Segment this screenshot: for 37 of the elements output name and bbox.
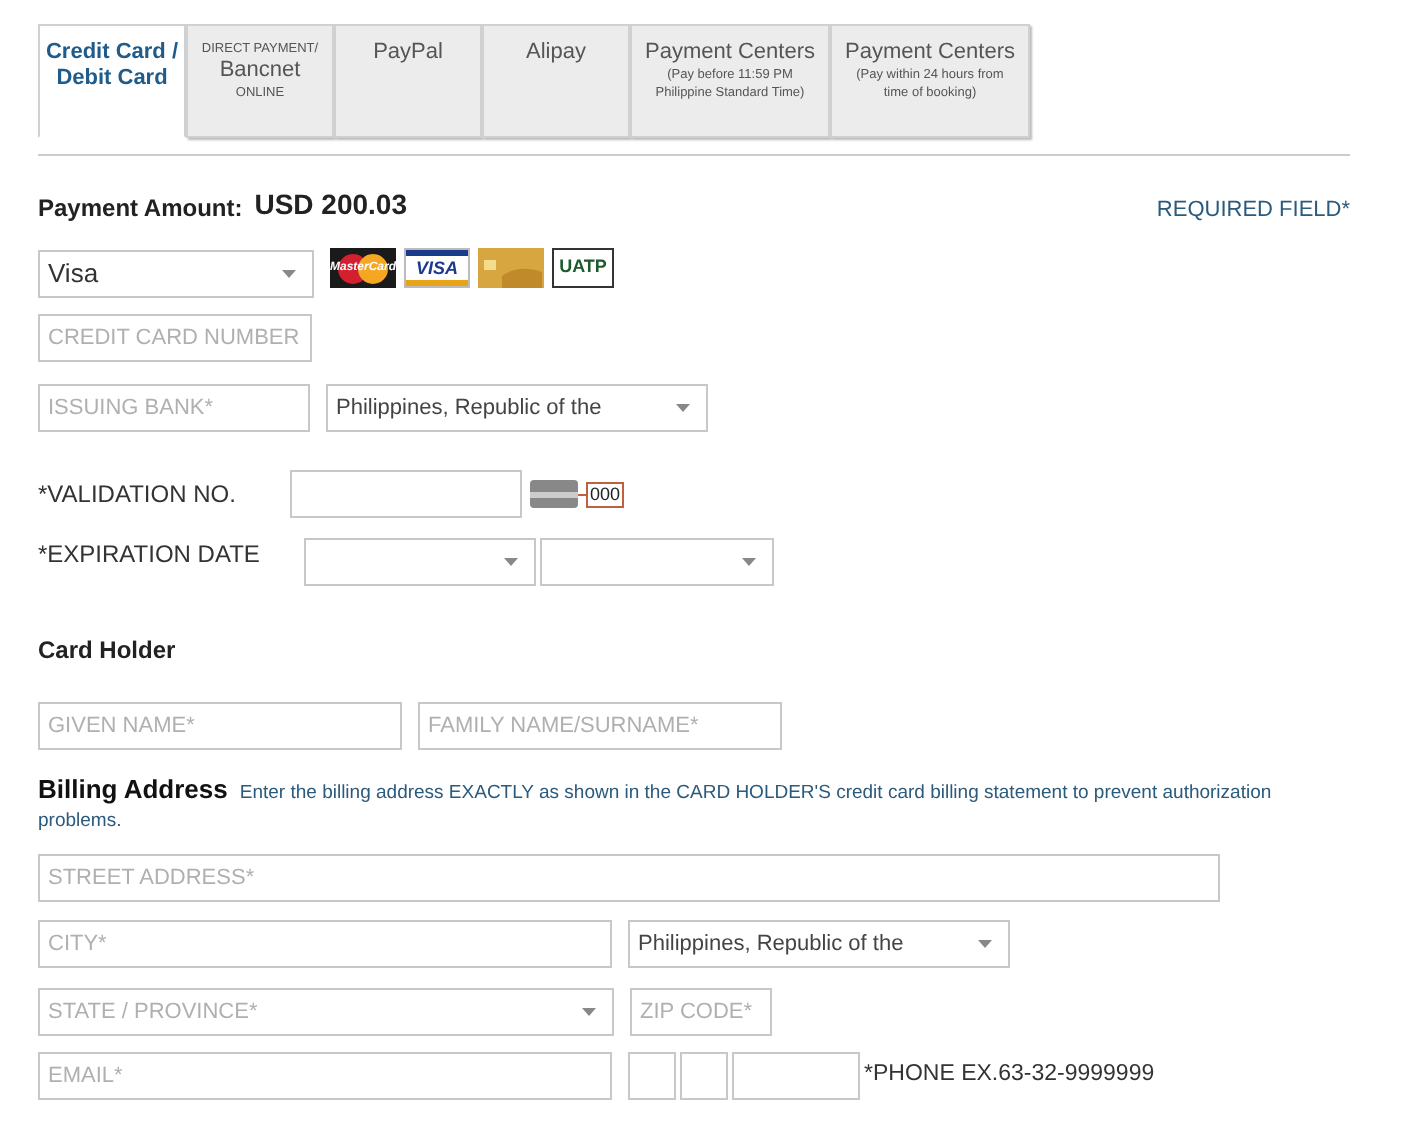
zip-code-field[interactable]: ZIP CODE* bbox=[630, 988, 772, 1036]
card-holder-heading: Card Holder bbox=[38, 634, 178, 668]
expiry-month-select[interactable] bbox=[304, 538, 536, 586]
payment-amount: USD 200.03 bbox=[254, 186, 408, 224]
country-select[interactable]: Philippines, Republic of the bbox=[628, 920, 1010, 968]
phone-country-field[interactable] bbox=[628, 1052, 676, 1100]
caret-icon bbox=[978, 940, 992, 948]
issuing-bank-field[interactable]: ISSUING BANK* bbox=[38, 384, 310, 432]
payment-tab[interactable]: Credit Card / Debit Card bbox=[38, 24, 186, 138]
validation-field[interactable] bbox=[290, 470, 522, 518]
street-address-field[interactable]: STREET ADDRESS* bbox=[38, 854, 1220, 902]
card-number-field[interactable]: CREDIT CARD NUMBER bbox=[38, 314, 312, 362]
caret-icon bbox=[582, 1008, 596, 1016]
country-select[interactable]: Philippines, Republic of the bbox=[326, 384, 708, 432]
billing-note: Billing Address Enter the billing address EXACTLY as shown in the CARD HOLDER'S credit card billing statement to prevent authorization problems. bbox=[38, 776, 1274, 836]
payment-amount-label: Payment Amount: bbox=[38, 192, 243, 226]
family-name-field[interactable]: FAMILY NAME/SURNAME* bbox=[418, 702, 782, 750]
email-field[interactable]: EMAIL* bbox=[38, 1052, 612, 1100]
visa-logo: VISA bbox=[404, 248, 470, 288]
caret-icon bbox=[676, 404, 690, 412]
phone-number-field[interactable] bbox=[732, 1052, 860, 1100]
expiry-year-select[interactable] bbox=[540, 538, 774, 586]
expiration-label: *EXPIRATION DATE bbox=[38, 538, 262, 572]
given-name-field[interactable]: GIVEN NAME* bbox=[38, 702, 402, 750]
city-field[interactable]: CITY* bbox=[38, 920, 612, 968]
phone-label: *PHONE EX.63-32-9999999 bbox=[864, 1060, 1155, 1091]
caret-icon bbox=[282, 270, 296, 278]
payment-tab[interactable]: PayPal bbox=[334, 24, 482, 138]
payment-tab[interactable]: Alipay bbox=[482, 24, 630, 138]
uatp-logo: UATP bbox=[552, 248, 614, 288]
phone-area-field[interactable] bbox=[680, 1052, 728, 1100]
caret-icon bbox=[742, 558, 756, 566]
required-field-note: REQUIRED FIELD* bbox=[1156, 195, 1350, 225]
card-type-select[interactable]: Visa bbox=[38, 250, 314, 298]
credit-card-icon bbox=[478, 248, 544, 288]
caret-icon bbox=[504, 558, 518, 566]
validation-label: *VALIDATION NO. bbox=[38, 478, 238, 512]
